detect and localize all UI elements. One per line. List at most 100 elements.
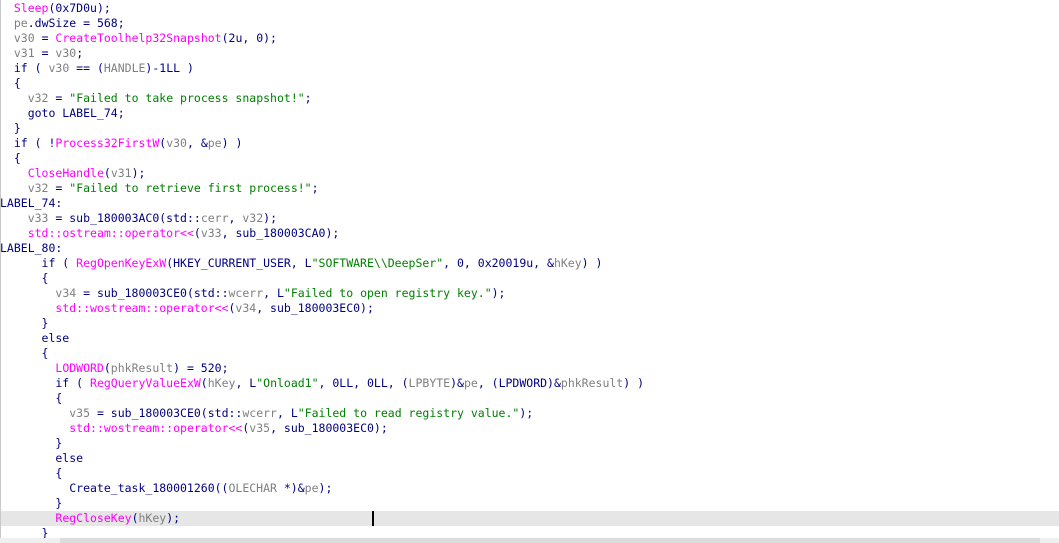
code-line[interactable]: v32 = "Failed to retrieve first process!…	[0, 181, 1059, 196]
code-line[interactable]: {	[0, 271, 1059, 286]
code-token-identifier: pe	[304, 481, 319, 495]
code-token-text: =	[48, 91, 70, 105]
code-token-text: {	[0, 271, 49, 285]
code-token-text: ;	[304, 91, 312, 105]
code-line[interactable]: v32 = "Failed to take process snapshot!"…	[0, 91, 1059, 106]
code-token-function: RegQueryValueExW	[90, 376, 201, 390]
code-token-identifier: wcerr	[228, 286, 264, 300]
code-token-string: "Failed to read registry value."	[297, 406, 520, 420]
code-line[interactable]: LABEL_80:	[0, 241, 1059, 256]
code-token-identifier: phkResult	[560, 376, 624, 390]
code-token-text: );	[131, 166, 146, 180]
code-line[interactable]: std::ostream::operator<<(v33, sub_180003…	[0, 226, 1059, 241]
code-token-text: = sub_180003AC0(std::	[48, 211, 201, 225]
code-token-text: (0x7D0u);	[48, 1, 111, 15]
code-line[interactable]: {	[0, 466, 1059, 481]
code-token-text: goto LABEL_74;	[0, 106, 125, 120]
code-line[interactable]: }	[0, 316, 1059, 331]
code-token-text: (	[103, 361, 111, 375]
code-token-identifier: v34	[235, 301, 257, 315]
code-line[interactable]: }	[0, 121, 1059, 136]
code-token-identifier: v35	[69, 406, 91, 420]
code-token-function: Process32FirstW	[55, 136, 160, 150]
code-token-text: );	[166, 511, 181, 525]
code-line[interactable]: {	[0, 391, 1059, 406]
code-token-identifier: v30	[13, 31, 35, 45]
horizontal-scrollbar-thumb[interactable]	[60, 538, 1040, 543]
code-line[interactable]: if ( !Process32FirstW(v30, &pe) )	[0, 136, 1059, 151]
code-line[interactable]: }	[0, 436, 1059, 451]
code-token-text: ;	[311, 181, 319, 195]
code-line[interactable]: v33 = sub_180003AC0(std::cerr, v32);	[0, 211, 1059, 226]
code-line[interactable]: {	[0, 346, 1059, 361]
code-token-text: *)&	[276, 481, 305, 495]
code-line[interactable]: Create_task_180001260((OLECHAR *)&pe);	[0, 481, 1059, 496]
code-token-text: LABEL_74:	[0, 196, 63, 210]
code-token-text: , sub_180003EC0);	[270, 421, 388, 435]
code-line[interactable]: Sleep(0x7D0u);	[0, 1, 1059, 16]
code-token-text: = sub_180003CE0(std::	[90, 406, 243, 420]
code-token-string: "Onload1"	[256, 376, 319, 390]
code-token-text: LABEL_80:	[0, 241, 63, 255]
code-token-text: =	[34, 46, 56, 60]
code-token-function: std::ostream::operator<<	[27, 226, 194, 240]
code-line[interactable]: std::wostream::operator<<(v34, sub_18000…	[0, 301, 1059, 316]
code-line[interactable]: LODWORD(phkResult) = 520;	[0, 361, 1059, 376]
code-token-function: std::wostream::operator<<	[69, 421, 243, 435]
code-line[interactable]: v34 = sub_180003CE0(std::wcerr, L"Failed…	[0, 286, 1059, 301]
code-line-current[interactable]: RegCloseKey(hKey);	[0, 511, 1059, 526]
code-token-text: ) = 520;	[173, 361, 229, 375]
code-line[interactable]: if ( v30 == (HANDLE)-1LL )	[0, 61, 1059, 76]
code-token-identifier: v32	[242, 211, 264, 225]
code-token-text: else	[0, 451, 84, 465]
code-token-text: , L	[276, 406, 298, 420]
code-token-identifier: pe	[13, 16, 28, 30]
code-line[interactable]: else	[0, 331, 1059, 346]
code-token-string: "Failed to open registry key."	[283, 286, 492, 300]
code-token-text: =	[48, 181, 70, 195]
code-line[interactable]: v31 = v30;	[0, 46, 1059, 61]
code-token-text: == (	[69, 61, 104, 75]
code-token-text: }	[0, 121, 21, 135]
code-token-identifier: hKey	[207, 376, 236, 390]
code-token-text: , L	[263, 286, 284, 300]
code-line[interactable]: goto LABEL_74;	[0, 106, 1059, 121]
code-token-identifier: hKey	[138, 511, 167, 525]
code-token-text: if (	[0, 61, 49, 75]
code-line[interactable]: pe.dwSize = 568;	[0, 16, 1059, 31]
code-token-identifier: v32	[27, 181, 49, 195]
code-line[interactable]: {	[0, 76, 1059, 91]
code-token-text: , (LPDWORD)&	[477, 376, 561, 390]
code-token-text: , sub_180003EC0);	[256, 301, 374, 315]
code-token-function: CreateToolhelp32Snapshot	[55, 31, 222, 45]
code-line[interactable]: if ( RegQueryValueExW(hKey, L"Onload1", …	[0, 376, 1059, 391]
code-token-identifier: v31	[110, 166, 132, 180]
code-line[interactable]: std::wostream::operator<<(v35, sub_18000…	[0, 421, 1059, 436]
code-token-text: , 0, 0x20019u, &	[443, 256, 554, 270]
code-token-identifier: phkResult	[110, 361, 174, 375]
code-line[interactable]: {	[0, 151, 1059, 166]
code-token-text: }	[0, 496, 63, 510]
code-line[interactable]: }	[0, 496, 1059, 511]
code-line[interactable]: CloseHandle(v31);	[0, 166, 1059, 181]
code-token-text: {	[0, 151, 21, 165]
code-line[interactable]: else	[0, 451, 1059, 466]
code-line[interactable]: v35 = sub_180003CE0(std::wcerr, L"Failed…	[0, 406, 1059, 421]
code-token-text: )&	[450, 376, 464, 390]
code-token-text: );	[491, 286, 506, 300]
code-token-text: (	[103, 166, 111, 180]
code-line[interactable]: v30 = CreateToolhelp32Snapshot(2u, 0);	[0, 31, 1059, 46]
code-token-text: (	[131, 511, 139, 525]
code-token-function: CloseHandle	[27, 166, 104, 180]
code-line[interactable]: LABEL_74:	[0, 196, 1059, 211]
code-token-text: }	[0, 316, 49, 330]
code-line[interactable]: if ( RegOpenKeyExW(HKEY_CURRENT_USER, L"…	[0, 256, 1059, 271]
code-token-text: = sub_180003CE0(std::	[76, 286, 229, 300]
code-token-text: (HKEY_CURRENT_USER, L	[166, 256, 312, 270]
code-view[interactable]: Sleep(0x7D0u); pe.dwSize = 568; v30 = Cr…	[0, 0, 1059, 543]
code-token-text: (2u, 0);	[221, 31, 277, 45]
